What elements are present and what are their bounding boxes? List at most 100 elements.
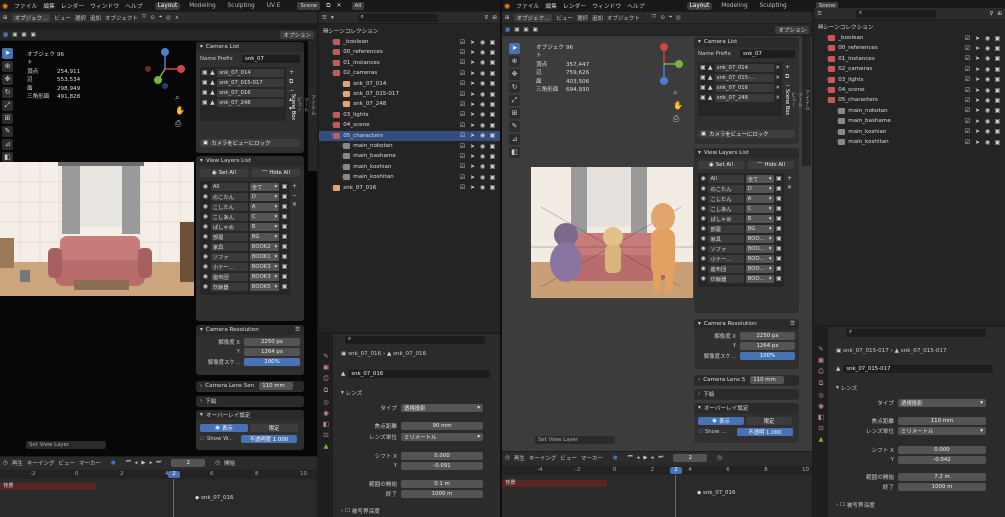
viewport-menu-add[interactable]: 追加 [90, 14, 101, 22]
select-mode-icon-3[interactable]: ▣ [31, 32, 36, 38]
select-mode-icon-3[interactable]: ▣ [533, 27, 538, 33]
layer-dropdown[interactable]: A ▾ [249, 203, 280, 211]
clip-end-field[interactable]: 1000 m [401, 490, 483, 498]
close-icon[interactable]: ✕ [776, 75, 780, 81]
render-icon[interactable]: ▣ [776, 205, 782, 213]
render-icon[interactable]: ▣ [281, 223, 288, 231]
camera-icon[interactable]: ▣ [488, 91, 497, 98]
marker[interactable]: ◆ snk_07_016 [195, 495, 234, 501]
focal-field[interactable]: 110 mm [898, 417, 986, 425]
play-icon[interactable]: ▶ [643, 455, 647, 461]
next-key-icon[interactable]: ▸ [150, 460, 153, 466]
outliner-row[interactable]: › main_koshian ☑ ➤ ◉ ▣ [814, 127, 1005, 137]
layer-dropdown[interactable]: BOOK5 ▾ [249, 283, 280, 291]
eye-icon[interactable]: ◉ [478, 174, 487, 181]
workspace-tab-layout[interactable]: Layout [154, 1, 181, 10]
list-item[interactable]: ▣ ▲ snk_07_248 [202, 99, 284, 107]
zoom-icon[interactable]: ⌕ [673, 86, 683, 99]
falloff-icon[interactable]: ∧ [175, 15, 179, 21]
render-icon[interactable]: ▣ [776, 245, 782, 253]
layer-dropdown[interactable]: BOOK3 ▾ [249, 273, 280, 281]
timeline-track[interactable]: 背景 [0, 483, 96, 490]
copy-icon[interactable]: ⧉ [326, 2, 330, 10]
select-arrow-icon[interactable]: ➤ [468, 174, 477, 181]
camera-list-header[interactable]: ▾ Camera List [196, 42, 304, 52]
view-layer-row[interactable]: ◉ All 全て ▾ ▣ [700, 175, 782, 183]
list-item[interactable]: ▣ ▲ snk_07_014 ✕ [700, 64, 780, 72]
transform-icon[interactable]: ⤧ [652, 14, 656, 21]
checkbox-icon[interactable]: ☑ [458, 174, 467, 181]
camera-lens-header[interactable]: › Camera Lens S 110 mm [694, 375, 799, 385]
background-panel[interactable]: › 下絵 [694, 389, 799, 400]
show-toggle[interactable]: ◉ 表示 [200, 424, 248, 432]
view-layer-tab-icon[interactable]: ⧉ [819, 379, 824, 388]
tab-tool[interactable]: ツール [797, 39, 804, 160]
options-button[interactable]: オプション [775, 25, 809, 34]
render-icon[interactable]: ▣ [776, 195, 782, 203]
cursor-tool-icon[interactable]: ⊕ [2, 61, 13, 72]
view-layer-row[interactable]: ◉ 部屋 BG ▾ ▣ [700, 225, 782, 233]
select-arrow-icon[interactable]: ➤ [468, 80, 477, 87]
select-arrow-icon[interactable]: ➤ [468, 91, 477, 98]
select-arrow-icon[interactable]: ➤ [973, 76, 982, 83]
select-arrow-icon[interactable]: ➤ [973, 35, 982, 42]
set-view-layer-button[interactable]: Set View Layer [26, 441, 106, 449]
checkbox-icon[interactable]: ☑ [458, 111, 467, 118]
checkbox-icon[interactable]: ☑ [963, 76, 972, 83]
eye-icon[interactable]: ◉ [983, 139, 992, 146]
scene-collection-row[interactable]: ▤ シーンコレクション [814, 22, 1005, 32]
render-icon[interactable]: ▣ [776, 275, 782, 283]
checkbox-icon[interactable]: ☑ [963, 128, 972, 135]
background-header[interactable]: › 下絵 [196, 396, 304, 406]
camera-icon[interactable]: ▣ [993, 76, 1002, 83]
view-layers-header[interactable]: ▾ View Layers List [196, 156, 304, 166]
render-icon[interactable]: ▣ [281, 243, 288, 251]
menu-help[interactable]: ヘルプ [627, 1, 644, 10]
constraint-tab-icon[interactable]: ⊡ [323, 431, 328, 439]
annotate-tool-icon[interactable]: ✎ [2, 126, 13, 137]
marker[interactable]: ◆ snk_07_016 [697, 490, 736, 496]
cursor-tool-icon[interactable]: ⊕ [509, 56, 520, 67]
camera-icon[interactable]: ▣ [488, 59, 497, 66]
viewport-3d[interactable]: ➤ ⊕ ✥ ↻ ⤢ ⊞ ✎ ⊿ ◧ オブジェクト 96 頂点 254,911 辺 55… [0, 41, 317, 456]
eye-icon[interactable]: ◉ [478, 80, 487, 87]
select-arrow-icon[interactable]: ➤ [973, 66, 982, 73]
checkbox-icon[interactable]: ☐ [840, 502, 845, 508]
view-layer-row[interactable]: ◉ こしたん A ▾ ▣ [700, 195, 782, 203]
camera-icon[interactable]: ▣ [488, 184, 497, 191]
editor-type-icon[interactable]: ⊞ [505, 15, 510, 21]
record-icon[interactable]: ● [111, 460, 116, 466]
outliner-row[interactable]: › 03_lights ☑ ➤ ◉ ▣ [814, 75, 1005, 85]
view-layer-row[interactable]: ◉ 小テー... BOO... ▾ ▣ [700, 255, 782, 263]
eye-icon[interactable]: ◉ [700, 205, 706, 213]
outliner-row[interactable]: › 00_references ☑ ➤ ◉ ▣ [814, 43, 1005, 53]
list-item[interactable]: ▣ ▲ snk_07_016 ✕ [700, 84, 780, 92]
view-layer-row[interactable]: ◉ ソファ BOO... ▾ ▣ [700, 245, 782, 253]
eye-icon[interactable]: ◉ [983, 45, 992, 52]
view-layer-row[interactable]: ◉ 家具 BOOK2 ▾ ▣ [202, 243, 288, 251]
play-icon[interactable]: ▶ [141, 460, 145, 466]
view-layer-row[interactable]: ◉ ぱしゃめ B ▾ ▣ [700, 215, 782, 223]
checkbox-icon[interactable]: ☑ [963, 66, 972, 73]
outliner-row[interactable]: › main_bashame ☑ ➤ ◉ ▣ [814, 116, 1005, 126]
eye-icon[interactable]: ◉ [202, 193, 209, 201]
camera-icon[interactable]: ▣ [993, 128, 1002, 135]
tool-tab-icon[interactable]: ✎ [818, 345, 823, 353]
lens-section-header[interactable]: ▾ レンズ [836, 384, 857, 392]
opacity-field[interactable]: 不透明 1.000 [736, 428, 793, 436]
camera-icon[interactable]: ▣ [993, 55, 1002, 62]
eye-icon[interactable]: ◉ [478, 111, 487, 118]
checkbox-icon[interactable]: ☑ [458, 122, 467, 129]
select-box-icon[interactable]: ■ [3, 32, 8, 38]
eye-icon[interactable]: ◉ [700, 175, 706, 183]
eye-icon[interactable]: ◉ [983, 55, 992, 62]
object-tab-icon[interactable]: ◧ [818, 413, 824, 421]
render-tab-icon[interactable]: ▣ [818, 356, 824, 364]
focal-field[interactable]: 90 mm [401, 422, 483, 430]
render-icon[interactable]: ▣ [281, 183, 288, 191]
scale-tool-icon[interactable]: ⤢ [509, 95, 520, 106]
playhead[interactable]: 2 [670, 467, 682, 474]
layer-dropdown[interactable]: BOOK2 ▾ [249, 243, 280, 251]
checkbox-icon[interactable]: ☑ [458, 143, 467, 150]
checkbox-icon[interactable]: ☑ [963, 55, 972, 62]
